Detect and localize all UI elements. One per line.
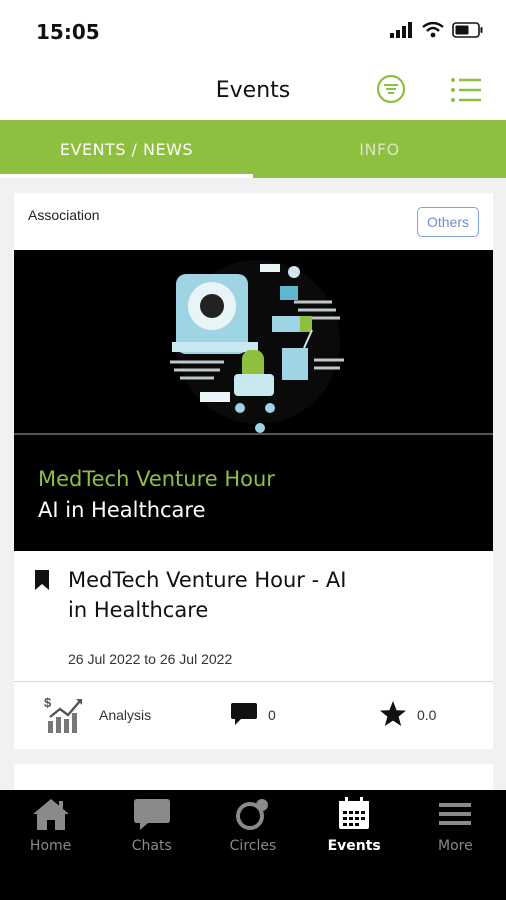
- calendar-icon: [339, 797, 370, 829]
- event-date: 26 Jul 2022 to 26 Jul 2022: [68, 651, 233, 667]
- home-icon: [32, 799, 69, 830]
- list-view-icon[interactable]: [450, 76, 482, 104]
- nav-events-label: Events: [327, 838, 381, 854]
- organization-label: Association: [28, 207, 100, 223]
- star-icon[interactable]: [379, 700, 407, 728]
- analysis-icon[interactable]: $: [44, 695, 84, 733]
- tab-info[interactable]: INFO: [253, 120, 506, 178]
- wifi-icon: [422, 22, 444, 38]
- nav-circles-label: Circles: [229, 838, 277, 854]
- battery-icon: [452, 22, 483, 38]
- comment-count: 0: [268, 707, 276, 723]
- category-badge: Others: [417, 207, 479, 237]
- nav-chats[interactable]: Chats: [101, 790, 202, 870]
- circles-icon: [235, 799, 268, 830]
- bookmark-icon[interactable]: [34, 569, 50, 591]
- menu-icon: [439, 803, 472, 825]
- banner-subtitle: AI in Healthcare: [38, 498, 206, 522]
- rating-value: 0.0: [417, 707, 437, 723]
- filter-icon[interactable]: [376, 74, 406, 104]
- app-header: Events: [0, 60, 506, 120]
- svg-text:$: $: [44, 695, 52, 710]
- nav-more[interactable]: More: [405, 790, 506, 870]
- nav-events[interactable]: Events: [304, 790, 405, 870]
- tab-bar: EVENTS / NEWS INFO: [0, 120, 506, 178]
- status-icons: [390, 22, 484, 38]
- tab-events-news[interactable]: EVENTS / NEWS: [0, 120, 253, 178]
- analysis-label[interactable]: Analysis: [99, 707, 151, 723]
- nav-home[interactable]: Home: [0, 790, 101, 870]
- nav-circles[interactable]: Circles: [202, 790, 303, 870]
- status-time: 15:05: [36, 20, 100, 44]
- event-card[interactable]: Association Others MedTech Venture Hour …: [14, 193, 493, 749]
- medical-equipment-illustration: [170, 260, 344, 433]
- nav-chats-label: Chats: [131, 838, 172, 854]
- nav-home-label: Home: [29, 838, 72, 854]
- banner-title: MedTech Venture Hour: [38, 467, 275, 491]
- signal-icon: [390, 22, 412, 38]
- comment-icon[interactable]: [230, 701, 258, 727]
- nav-more-label: More: [437, 838, 473, 854]
- card-divider: [14, 681, 493, 682]
- banner-divider: [14, 433, 493, 435]
- status-bar: 15:05: [0, 0, 506, 60]
- page-title: Events: [215, 78, 291, 103]
- event-banner: MedTech Venture Hour AI in Healthcare: [14, 250, 493, 551]
- chat-icon: [133, 799, 170, 830]
- event-title[interactable]: MedTech Venture Hour - AI in Healthcare: [68, 565, 368, 625]
- bottom-navigation: Home Chats Circles Events More: [0, 790, 506, 900]
